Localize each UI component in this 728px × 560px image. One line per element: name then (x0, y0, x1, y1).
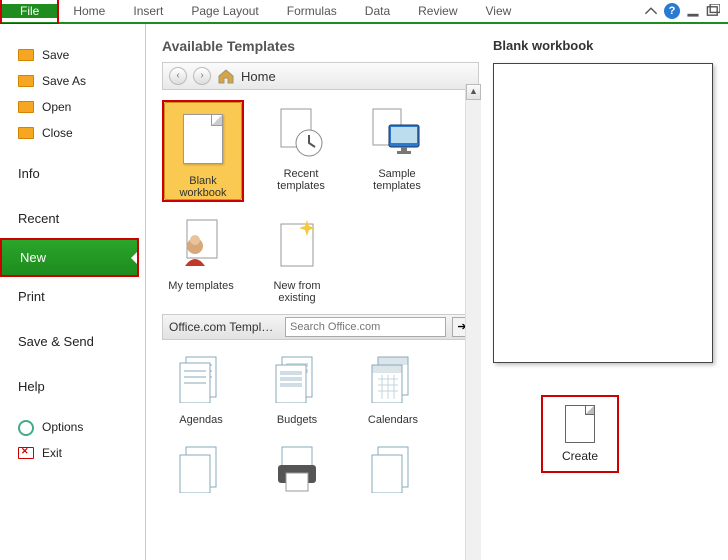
sidebar-new-highlight: New (0, 238, 139, 277)
restore-icon[interactable] (706, 4, 720, 18)
doc-icon (370, 443, 416, 493)
template-label: Blank workbook (179, 175, 226, 199)
sidebar-options[interactable]: Options (0, 414, 145, 440)
breadcrumb[interactable]: Home (241, 69, 276, 84)
ribbon: File Home Insert Page Layout Formulas Da… (0, 0, 728, 24)
home-icon[interactable] (217, 68, 235, 84)
create-button[interactable]: Create (547, 405, 613, 463)
template-label: Recent templates (277, 168, 325, 192)
clock-icon (277, 107, 325, 157)
close-icon (18, 127, 34, 139)
budget-icon (274, 353, 320, 403)
up-caret-icon[interactable] (644, 4, 658, 18)
sidebar-label: Print (18, 289, 45, 304)
tab-view[interactable]: View (472, 0, 526, 23)
sidebar-exit[interactable]: Exit (0, 440, 145, 466)
exit-icon (18, 447, 34, 459)
sidebar-label: Recent (18, 211, 59, 226)
office-templates-bar: Office.com Templ… ➔ (162, 314, 479, 340)
search-input[interactable] (285, 317, 446, 337)
options-icon (18, 421, 34, 433)
template-sample[interactable]: Sample templates (358, 100, 436, 202)
tab-review[interactable]: Review (404, 0, 471, 23)
sidebar-label: Save As (42, 74, 86, 88)
sidebar-save-send[interactable]: Save & Send (0, 324, 145, 359)
nav-back-icon[interactable]: ‹ (169, 67, 187, 85)
sidebar-save-as[interactable]: Save As (0, 68, 145, 94)
save-icon (18, 49, 34, 61)
doc-icon (178, 443, 224, 493)
templates-grid: Blank workbook Recent templates Sample t… (162, 100, 442, 304)
printer-icon (274, 443, 320, 493)
window-controls: ? (644, 3, 728, 19)
template-label: Agendas (179, 414, 222, 426)
sidebar-label: Exit (42, 446, 62, 460)
agenda-icon (178, 353, 224, 403)
template-my[interactable]: My templates (162, 212, 240, 304)
template-label: Calendars (368, 414, 418, 426)
template-budgets[interactable]: Budgets (258, 346, 336, 426)
nav-forward-icon[interactable]: › (193, 67, 211, 85)
preview-title: Blank workbook (493, 38, 712, 53)
template-label: My templates (168, 280, 233, 292)
sidebar-print[interactable]: Print (0, 279, 145, 314)
template-partial-1[interactable] (162, 436, 240, 504)
backstage-sidebar: Save Save As Open Close Info Recent New … (0, 24, 146, 560)
templates-panel: Available Templates ‹ › Home Blank workb… (146, 24, 483, 560)
open-icon (18, 101, 34, 113)
template-label: New from existing (273, 280, 320, 304)
monitor-icon (371, 107, 423, 157)
template-blank-workbook[interactable]: Blank workbook (164, 102, 242, 200)
file-tab-highlight: File (0, 0, 59, 25)
sidebar-recent[interactable]: Recent (0, 201, 145, 236)
sidebar-save[interactable]: Save (0, 42, 145, 68)
tab-page-layout[interactable]: Page Layout (177, 0, 272, 23)
sidebar-label: Save (42, 48, 69, 62)
calendar-icon (370, 353, 416, 403)
scrollbar[interactable]: ▲ (465, 84, 481, 560)
template-agendas[interactable]: Agendas (162, 346, 240, 426)
create-label: Create (547, 449, 613, 463)
templates-heading: Available Templates (162, 38, 479, 54)
person-icon (177, 218, 225, 270)
preview-area (493, 63, 713, 363)
templates-navbar: ‹ › Home (162, 62, 479, 90)
template-calendars[interactable]: Calendars (354, 346, 432, 426)
sidebar-label: Close (42, 126, 73, 140)
sidebar-close[interactable]: Close (0, 120, 145, 146)
sparkle-page-icon (275, 218, 319, 270)
tab-home[interactable]: Home (59, 0, 119, 23)
template-label: Sample templates (373, 168, 421, 192)
sidebar-open[interactable]: Open (0, 94, 145, 120)
blank-page-icon (183, 114, 223, 164)
template-new-existing[interactable]: New from existing (258, 212, 336, 304)
sidebar-label: Info (18, 166, 40, 181)
sidebar-new[interactable]: New (2, 240, 137, 275)
sidebar-label: Options (42, 420, 83, 434)
create-highlight: Create (541, 395, 619, 473)
tab-insert[interactable]: Insert (119, 0, 177, 23)
template-partial-3[interactable] (354, 436, 432, 504)
office-templates-grid: Agendas Budgets Calendars (162, 346, 442, 504)
tab-data[interactable]: Data (351, 0, 404, 23)
sidebar-label: Help (18, 379, 45, 394)
create-page-icon (565, 405, 595, 443)
template-partial-2[interactable] (258, 436, 336, 504)
sidebar-help[interactable]: Help (0, 369, 145, 404)
tab-formulas[interactable]: Formulas (273, 0, 351, 23)
minimize-icon[interactable] (686, 4, 700, 18)
sidebar-info[interactable]: Info (0, 156, 145, 191)
scroll-up-icon[interactable]: ▲ (466, 84, 481, 100)
sidebar-label: New (20, 250, 46, 265)
office-section-label: Office.com Templ… (169, 320, 279, 334)
help-icon[interactable]: ? (664, 3, 680, 19)
template-label: Budgets (277, 414, 317, 426)
sidebar-label: Open (42, 100, 71, 114)
blank-workbook-highlight: Blank workbook (162, 100, 244, 202)
template-recent[interactable]: Recent templates (262, 100, 340, 202)
sidebar-label: Save & Send (18, 334, 94, 349)
preview-panel: Blank workbook Create (483, 24, 728, 560)
tab-file[interactable]: File (2, 4, 57, 18)
save-as-icon (18, 75, 34, 87)
